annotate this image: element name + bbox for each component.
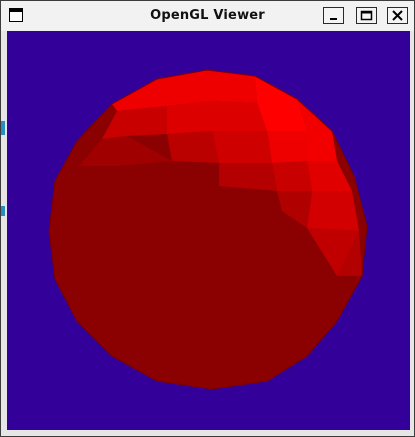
title-bar[interactable]: OpenGL Viewer — [1, 1, 414, 30]
window-edge-mark — [1, 206, 5, 216]
window-title: OpenGL Viewer — [150, 8, 265, 23]
opengl-viewport[interactable] — [7, 31, 410, 430]
maximize-icon — [360, 10, 373, 21]
window-bottom-border — [1, 430, 414, 436]
close-button[interactable] — [387, 7, 408, 24]
maximize-button[interactable] — [356, 7, 377, 24]
minimize-icon — [330, 18, 337, 20]
window-right-border — [410, 31, 414, 436]
window-edge-mark — [1, 121, 5, 135]
close-icon — [392, 10, 403, 21]
sphere-render — [7, 31, 410, 430]
minimize-button[interactable] — [323, 7, 344, 24]
application-window: OpenGL Viewer — [0, 0, 415, 437]
